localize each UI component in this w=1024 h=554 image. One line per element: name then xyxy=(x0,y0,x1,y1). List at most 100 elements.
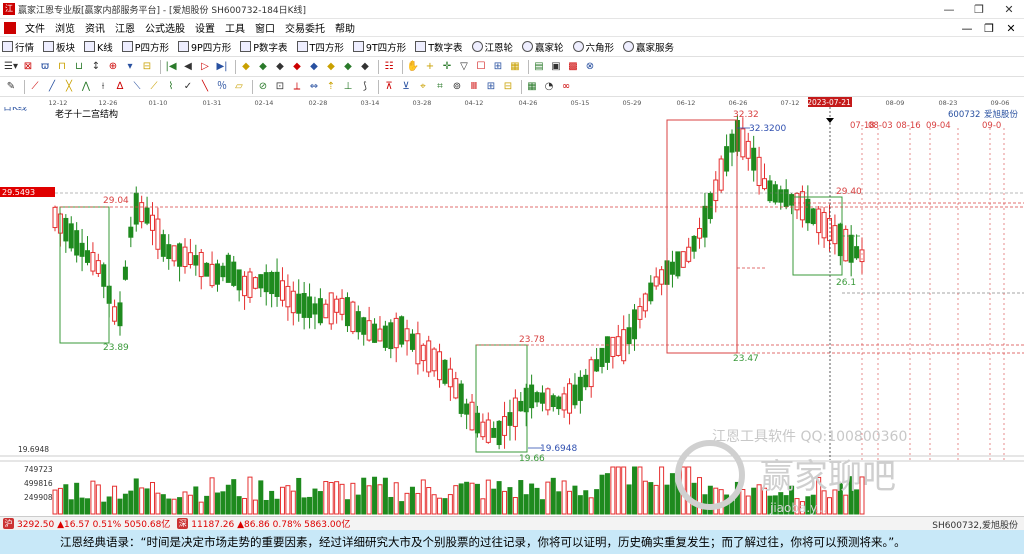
candle-body[interactable] xyxy=(469,401,475,431)
candle-body[interactable] xyxy=(507,412,513,426)
draw-tool-9[interactable]: ⌇ xyxy=(164,80,178,94)
draw-tool-10[interactable]: ✓ xyxy=(181,80,195,94)
nav-tool-32[interactable]: ⊗ xyxy=(583,60,597,74)
candle-body[interactable] xyxy=(496,420,502,446)
nav-tool-23[interactable]: + xyxy=(423,60,437,74)
candle-body[interactable] xyxy=(269,271,275,295)
nav-tool-24[interactable]: ✛ xyxy=(440,60,454,74)
toolbar-btn-11[interactable]: 六角形 xyxy=(571,40,614,54)
draw-tool-5[interactable]: ⟊ xyxy=(96,80,110,94)
menu-trade[interactable]: 交易委托 xyxy=(280,20,330,35)
candle-body[interactable] xyxy=(632,309,638,340)
nav-tool-15[interactable]: ◆ xyxy=(273,60,287,74)
candle-body[interactable] xyxy=(177,243,183,267)
menu-file[interactable]: 文件 xyxy=(20,20,50,35)
draw-tool-12[interactable]: ％ xyxy=(215,80,229,94)
candle-body[interactable] xyxy=(415,333,421,365)
candle-body[interactable] xyxy=(101,264,107,287)
restore-button[interactable]: ❐ xyxy=(964,0,994,19)
candle-body[interactable] xyxy=(355,311,361,333)
nav-tool-14[interactable]: ◆ xyxy=(256,60,270,74)
nav-tool-31[interactable]: ▩ xyxy=(566,60,580,74)
candle-body[interactable] xyxy=(122,266,128,280)
draw-tool-0[interactable]: ✎ xyxy=(4,80,18,94)
nav-tool-11[interactable]: ▷ xyxy=(198,60,212,74)
candle-body[interactable] xyxy=(285,285,291,308)
candle-body[interactable] xyxy=(182,246,188,268)
draw-tool-25[interactable]: ⊚ xyxy=(450,80,464,94)
nav-tool-27[interactable]: ⊞ xyxy=(491,60,505,74)
toolbar-btn-6[interactable]: T四方形 xyxy=(295,40,344,54)
kline-chart[interactable]: 749723 499816 249908 日K线 老子十二宫结构 600732 爱旭股份 29… xyxy=(0,101,1024,516)
candle-body[interactable] xyxy=(90,252,96,272)
candle-body[interactable] xyxy=(604,336,610,363)
candle-body[interactable] xyxy=(550,395,556,408)
candle-body[interactable] xyxy=(480,421,486,438)
candle-body[interactable] xyxy=(79,242,85,257)
candle-body[interactable] xyxy=(653,276,659,287)
nav-tool-1[interactable]: ⊠ xyxy=(21,60,35,74)
candle-body[interactable] xyxy=(686,246,692,262)
candle-body[interactable] xyxy=(290,290,296,314)
candle-body[interactable] xyxy=(68,223,74,249)
candle-body[interactable] xyxy=(572,384,578,406)
draw-tool-22[interactable]: ⊻ xyxy=(399,80,413,94)
draw-tool-8[interactable]: ⟋ xyxy=(147,80,161,94)
candle-body[interactable] xyxy=(63,217,69,242)
draw-tool-26[interactable]: Ⅲ xyxy=(467,80,481,94)
candle-body[interactable] xyxy=(827,217,833,242)
candle-body[interactable] xyxy=(350,301,356,333)
candle-body[interactable] xyxy=(128,226,134,238)
nav-tool-10[interactable]: ◀ xyxy=(181,60,195,74)
draw-tool-4[interactable]: ⋀ xyxy=(79,80,93,94)
candle-body[interactable] xyxy=(388,322,394,350)
candle-body[interactable] xyxy=(702,205,708,238)
draw-tool-11[interactable]: ╲ xyxy=(198,80,212,94)
candle-body[interactable] xyxy=(263,272,269,293)
candle-body[interactable] xyxy=(523,387,529,413)
draw-tool-13[interactable]: ▱ xyxy=(232,80,246,94)
candle-body[interactable] xyxy=(220,265,226,278)
candle-body[interactable] xyxy=(323,303,329,319)
nav-tool-20[interactable]: ◆ xyxy=(358,60,372,74)
draw-tool-28[interactable]: ⊟ xyxy=(501,80,515,94)
candle-body[interactable] xyxy=(399,316,405,345)
candle-body[interactable] xyxy=(171,245,177,262)
candle-body[interactable] xyxy=(848,234,854,263)
nav-tool-4[interactable]: ⊔ xyxy=(72,60,86,74)
candle-body[interactable] xyxy=(594,359,600,372)
toolbar-btn-4[interactable]: 9P四方形 xyxy=(176,40,231,54)
child-restore-button[interactable]: ❐ xyxy=(978,22,1000,35)
candle-body[interactable] xyxy=(52,206,58,229)
candle-body[interactable] xyxy=(279,280,285,301)
shenzhen-index-text[interactable]: 11187.26 ▲86.86 0.78% 5863.00亿 xyxy=(191,517,350,530)
candle-body[interactable] xyxy=(447,368,453,388)
draw-tool-27[interactable]: ⊞ xyxy=(484,80,498,94)
candle-body[interactable] xyxy=(729,133,735,153)
candle-body[interactable] xyxy=(344,297,350,327)
shanghai-index-text[interactable]: 3292.50 ▲16.57 0.51% 5050.68亿 xyxy=(17,517,170,530)
nav-tool-2[interactable]: ϖ xyxy=(38,60,52,74)
candle-body[interactable] xyxy=(166,244,172,260)
candle-body[interactable] xyxy=(539,392,545,404)
candle-body[interactable] xyxy=(567,383,573,414)
nav-tool-16[interactable]: ◆ xyxy=(290,60,304,74)
candle-body[interactable] xyxy=(762,178,768,190)
candle-body[interactable] xyxy=(718,158,724,191)
candle-body[interactable] xyxy=(458,383,464,414)
nav-tool-18[interactable]: ◆ xyxy=(324,60,338,74)
candle-body[interactable] xyxy=(556,396,562,410)
candle-body[interactable] xyxy=(799,191,805,221)
candle-body[interactable] xyxy=(339,297,345,315)
menu-window[interactable]: 窗口 xyxy=(250,20,280,35)
candle-body[interactable] xyxy=(648,282,654,302)
toolbar-btn-8[interactable]: T数字表 xyxy=(413,40,463,54)
toolbar-btn-10[interactable]: 赢家轮 xyxy=(520,40,564,54)
candle-body[interactable] xyxy=(372,323,378,343)
draw-tool-19[interactable]: ⊥ xyxy=(341,80,355,94)
toolbar-btn-7[interactable]: 9T四方形 xyxy=(351,40,406,54)
draw-tool-21[interactable]: ⊼ xyxy=(382,80,396,94)
candle-body[interactable] xyxy=(816,208,822,234)
nav-tool-19[interactable]: ◆ xyxy=(341,60,355,74)
candle-body[interactable] xyxy=(334,298,340,313)
